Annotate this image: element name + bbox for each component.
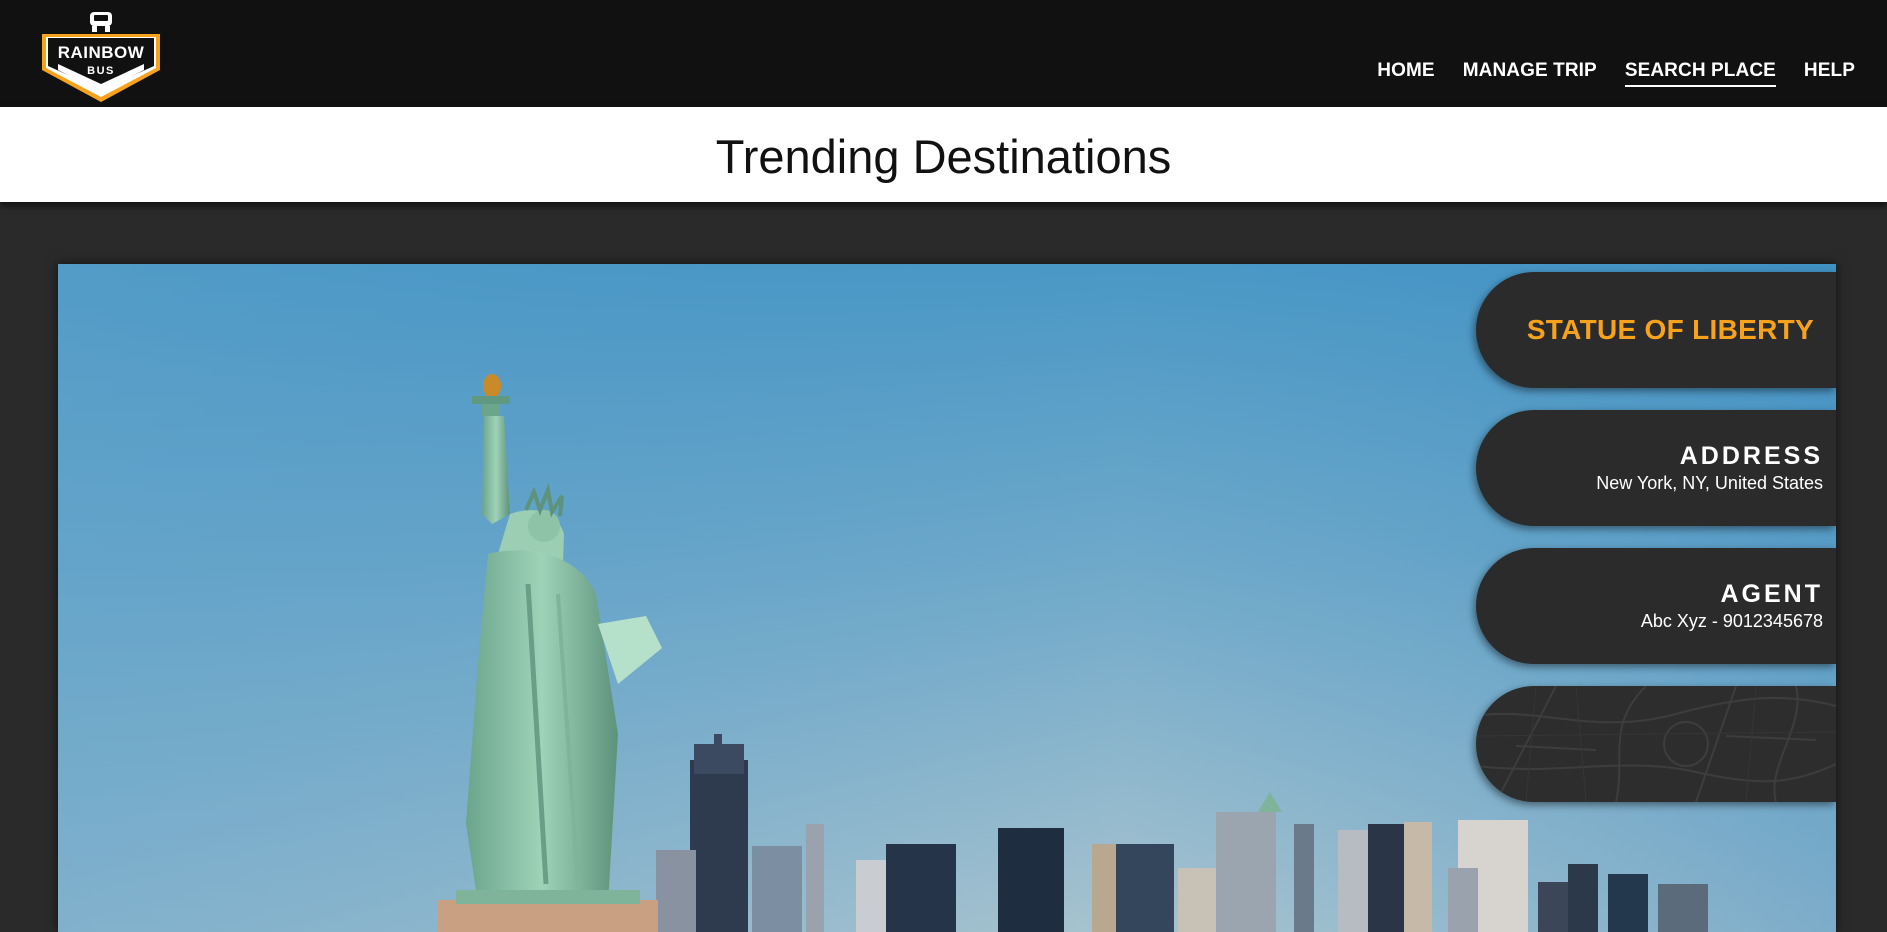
top-navbar: RAINBOW BUS HOME MANAGE TRIP SEARCH PLAC… — [0, 0, 1887, 107]
address-panel: ADDRESS New York, NY, United States — [1476, 410, 1836, 526]
map-panel[interactable] — [1476, 686, 1836, 802]
rainbow-bus-logo[interactable]: RAINBOW BUS — [38, 10, 164, 104]
destination-name-panel: STATUE OF LIBERTY — [1476, 272, 1836, 388]
logo-sub-text: BUS — [87, 65, 115, 77]
nav-search-place[interactable]: SEARCH PLACE — [1624, 60, 1776, 87]
logo-brand-text: RAINBOW — [58, 43, 145, 62]
map-icon — [1476, 686, 1836, 802]
page-title: Trending Destinations — [715, 130, 1172, 183]
address-label: ADDRESS — [1679, 442, 1823, 470]
title-band: Trending Destinations — [0, 107, 1887, 202]
bus-logo-icon — [90, 12, 112, 32]
destination-name: STATUE OF LIBERTY — [1526, 314, 1814, 345]
main-nav: HOME MANAGE TRIP SEARCH PLACE HELP — [1377, 60, 1855, 87]
nav-home[interactable]: HOME — [1377, 60, 1434, 87]
nav-manage-trip[interactable]: MANAGE TRIP — [1463, 60, 1597, 87]
agent-label: AGENT — [1720, 580, 1823, 608]
nav-help[interactable]: HELP — [1804, 60, 1855, 87]
agent-panel: AGENT Abc Xyz - 9012345678 — [1476, 548, 1836, 664]
address-value: New York, NY, United States — [1596, 473, 1823, 493]
agent-value: Abc Xyz - 9012345678 — [1640, 611, 1823, 631]
destination-card[interactable]: STATUE OF LIBERTY ADDRESS New York, NY, … — [58, 264, 1836, 932]
